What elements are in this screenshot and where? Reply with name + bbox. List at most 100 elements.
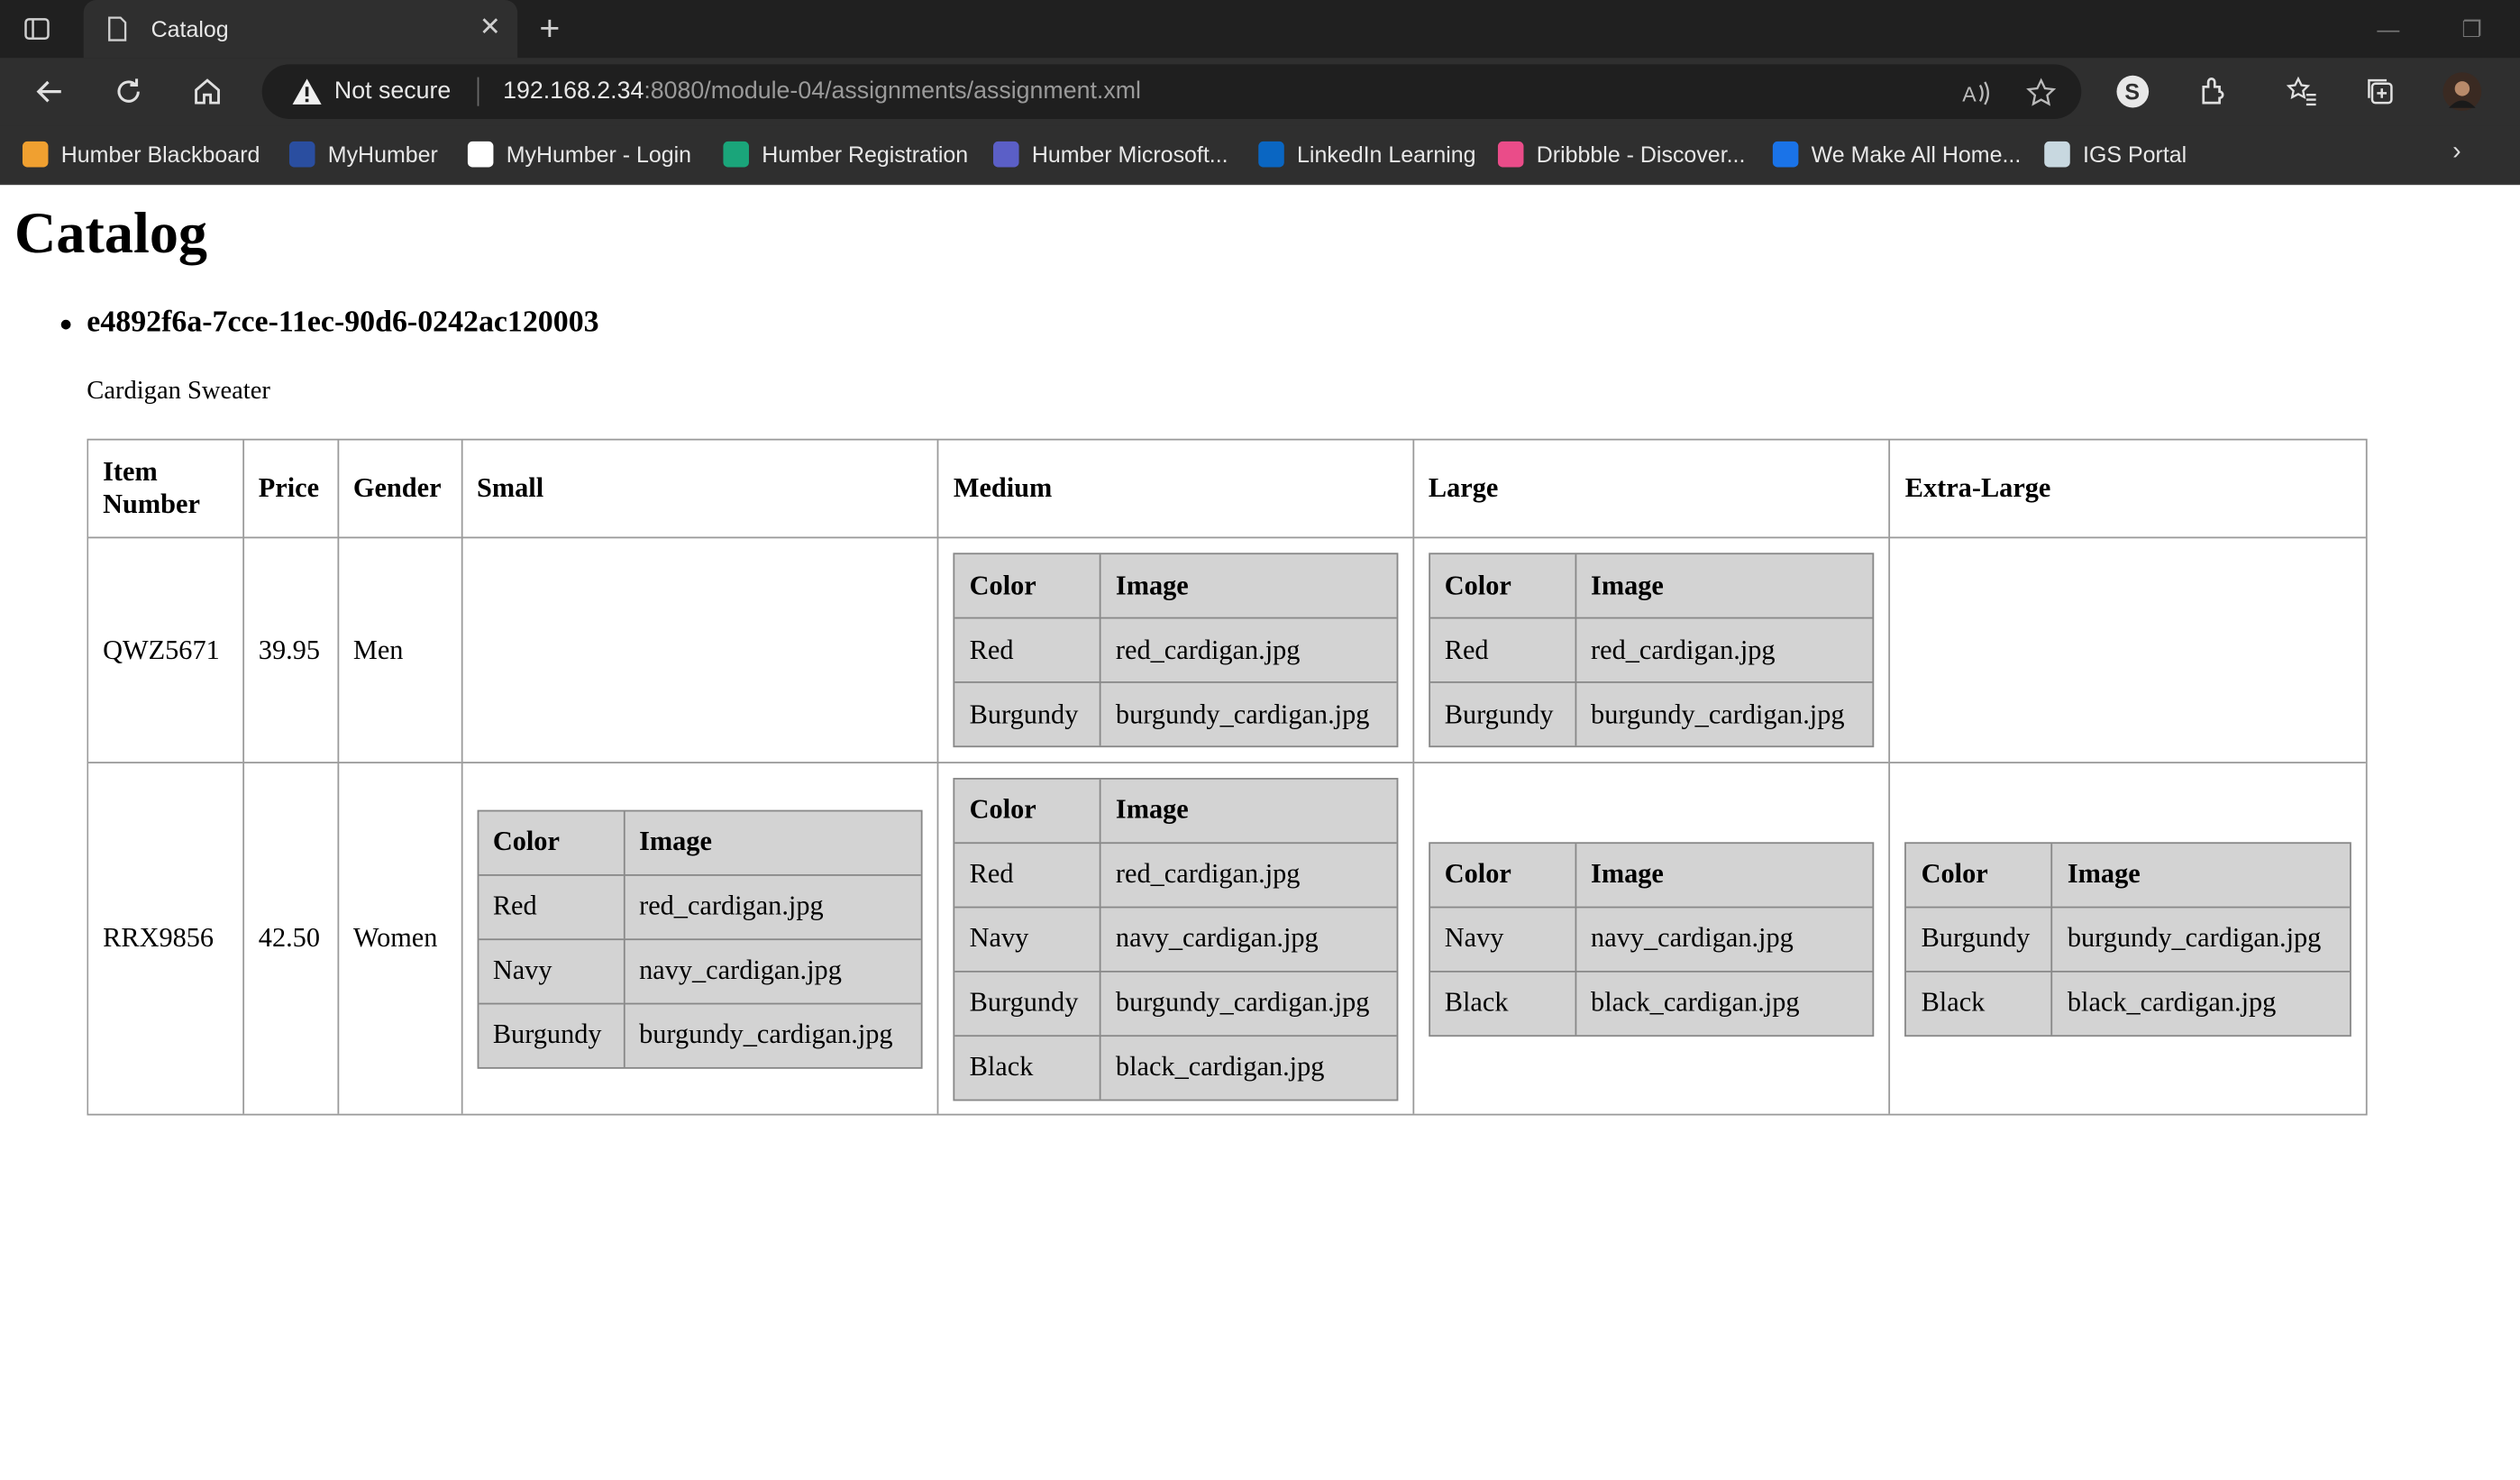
color-image-row: Black black_cardigan.jpg bbox=[1906, 970, 2351, 1035]
color-cell: Burgundy bbox=[1906, 905, 2052, 970]
bookmark-label: We Make All Home... bbox=[1811, 141, 2022, 168]
bookmarks-bar: Humber Blackboard MyHumber MyHumber - Logi… bbox=[0, 125, 2520, 186]
color-cell: Navy bbox=[478, 937, 624, 1001]
image-cell: red_cardigan.jpg bbox=[1575, 617, 1874, 682]
color-cell: Black bbox=[954, 1034, 1100, 1098]
address-bar[interactable]: Not secure 192.168.2.34:8080/module-04/a… bbox=[261, 64, 2082, 119]
color-image-header-row: Color Image bbox=[955, 554, 1397, 617]
image-cell: navy_cardigan.jpg bbox=[1575, 905, 1874, 971]
bookmark-favicon-icon bbox=[22, 141, 49, 168]
item-number-cell: RRX9856 bbox=[88, 762, 242, 1114]
color-cell: Burgundy bbox=[954, 970, 1100, 1034]
page-title: Catalog bbox=[14, 200, 208, 266]
bookmark-label: Humber Registration bbox=[762, 141, 969, 168]
color-image-header-row: Color Image bbox=[1430, 554, 1873, 617]
bookmark-favicon-icon bbox=[993, 141, 1019, 168]
image-cell: red_cardigan.jpg bbox=[1100, 617, 1397, 682]
header-row: Item Number Price Gender Small Medium La… bbox=[88, 440, 2366, 537]
header-large: Large bbox=[1412, 440, 1889, 537]
color-image-row: Black black_cardigan.jpg bbox=[954, 1034, 1397, 1099]
url-host: 192.168.2.34 bbox=[503, 77, 644, 105]
color-cell: Red bbox=[478, 873, 624, 937]
size-cell-medium: Color Image Red red_cardigan.jpg Navy navy_ca… bbox=[936, 762, 1413, 1114]
color-image-table: Color Image Red red_cardigan.jpg Burgundy bur… bbox=[953, 553, 1399, 748]
gender-cell: Men bbox=[337, 536, 461, 763]
minimize-icon[interactable]: — bbox=[2376, 16, 2402, 42]
color-image-row: Navy navy_cardigan.jpg bbox=[1429, 905, 1874, 971]
color-image-table: Color Image Burgundy burgundy_cardigan.jpg B… bbox=[1904, 841, 2351, 1037]
image-cell: black_cardigan.jpg bbox=[2051, 970, 2351, 1035]
image-cell: navy_cardigan.jpg bbox=[623, 937, 922, 1002]
collections-icon[interactable] bbox=[2361, 72, 2400, 111]
size-cell-small: Color Image Red red_cardigan.jpg Navy navy_ca… bbox=[461, 762, 937, 1114]
color-image-row: Red red_cardigan.jpg bbox=[478, 873, 922, 938]
size-cell-medium: Color Image Red red_cardigan.jpg Burgundy bur… bbox=[936, 536, 1413, 763]
url-text[interactable]: 192.168.2.34:8080/module-04/assignments/… bbox=[503, 78, 1141, 105]
bookmark-item[interactable]: Dribbble - Discover... bbox=[1497, 138, 1745, 170]
color-cell: Black bbox=[1429, 970, 1575, 1034]
size-cell-large: Color Image Navy navy_cardigan.jpg Black blac… bbox=[1412, 762, 1889, 1114]
color-cell: Burgundy bbox=[954, 681, 1100, 745]
image-cell: burgundy_cardigan.jpg bbox=[623, 1001, 922, 1067]
bookmark-item[interactable]: MyHumber bbox=[288, 138, 438, 170]
image-cell: black_cardigan.jpg bbox=[1100, 1034, 1397, 1099]
refresh-icon[interactable] bbox=[109, 72, 148, 111]
color-header: Color bbox=[969, 793, 1036, 825]
color-cell: Burgundy bbox=[1429, 681, 1575, 745]
image-cell: navy_cardigan.jpg bbox=[1100, 905, 1397, 971]
color-cell: Red bbox=[954, 841, 1100, 905]
tab-catalog[interactable]: Catalog ✕ bbox=[83, 0, 518, 59]
bookmark-favicon-icon bbox=[723, 141, 749, 168]
bookmark-label: Humber Microsoft... bbox=[1031, 141, 1228, 168]
bookmark-item[interactable]: Humber Microsoft... bbox=[993, 138, 1228, 170]
color-image-row: Burgundy burgundy_cardigan.jpg bbox=[954, 970, 1397, 1035]
close-tab-icon[interactable]: ✕ bbox=[476, 14, 505, 43]
security-label[interactable]: Not secure bbox=[334, 78, 451, 105]
image-header: Image bbox=[1575, 554, 1873, 617]
bookmark-item[interactable]: MyHumber - Login bbox=[467, 138, 691, 170]
image-header: Image bbox=[1100, 778, 1396, 842]
size-cell-extra-large bbox=[1888, 536, 2366, 763]
bookmark-favicon-icon bbox=[467, 141, 494, 168]
image-cell: burgundy_cardigan.jpg bbox=[2051, 905, 2351, 971]
svg-text:A: A bbox=[1962, 82, 1977, 105]
color-image-row: Burgundy burgundy_cardigan.jpg bbox=[1429, 681, 1874, 746]
home-icon[interactable] bbox=[188, 72, 227, 111]
add-favorite-icon[interactable] bbox=[2025, 78, 2058, 110]
item-number-cell: QWZ5671 bbox=[88, 536, 242, 763]
bookmark-item[interactable]: LinkedIn Learning bbox=[1258, 138, 1476, 170]
bookmark-item[interactable]: Humber Registration bbox=[723, 138, 968, 170]
restore-icon[interactable]: ❐ bbox=[2459, 16, 2485, 42]
color-header: Color bbox=[492, 826, 560, 857]
address-separator bbox=[477, 77, 479, 106]
color-cell: Burgundy bbox=[478, 1001, 624, 1066]
back-icon[interactable] bbox=[31, 72, 69, 111]
url-path: :8080/module-04/assignments/assignment.x… bbox=[644, 77, 1141, 105]
bookmark-item[interactable]: IGS Portal bbox=[2044, 138, 2187, 170]
color-image-table: Color Image Red red_cardigan.jpg Burgundy bur… bbox=[1428, 553, 1875, 748]
image-cell: black_cardigan.jpg bbox=[1575, 970, 1874, 1035]
tab-strip: Catalog ✕ + — ❐ bbox=[0, 0, 2520, 59]
bookmark-item[interactable]: We Make All Home... bbox=[1772, 138, 2022, 170]
bookmarks-overflow-icon[interactable]: › bbox=[2452, 138, 2461, 167]
color-image-row: Burgundy burgundy_cardigan.jpg bbox=[954, 681, 1397, 746]
color-header: Color bbox=[1444, 570, 1511, 600]
extensions-icon[interactable] bbox=[2194, 72, 2232, 111]
bookmark-item[interactable]: Humber Blackboard bbox=[22, 138, 260, 170]
new-tab-icon[interactable]: + bbox=[530, 9, 569, 49]
avatar[interactable] bbox=[2442, 72, 2482, 112]
bookmark-favicon-icon bbox=[1258, 141, 1284, 168]
color-image-table: Color Image Navy navy_cardigan.jpg Black blac… bbox=[1428, 841, 1875, 1037]
read-aloud-icon[interactable]: A bbox=[1961, 78, 1994, 110]
color-header: Color bbox=[1921, 858, 1988, 890]
profile-s-icon[interactable]: S bbox=[2114, 72, 2152, 111]
header-medium: Medium bbox=[936, 440, 1412, 537]
color-image-row: Black black_cardigan.jpg bbox=[1429, 970, 1874, 1035]
color-cell: Black bbox=[1906, 970, 2052, 1034]
image-header: Image bbox=[2051, 843, 2350, 906]
profile-initial: S bbox=[2124, 80, 2140, 105]
bookmark-favicon-icon bbox=[288, 141, 315, 168]
favorites-icon[interactable] bbox=[2282, 72, 2321, 111]
tab-actions-icon[interactable] bbox=[23, 14, 51, 43]
color-header: Color bbox=[969, 570, 1036, 600]
